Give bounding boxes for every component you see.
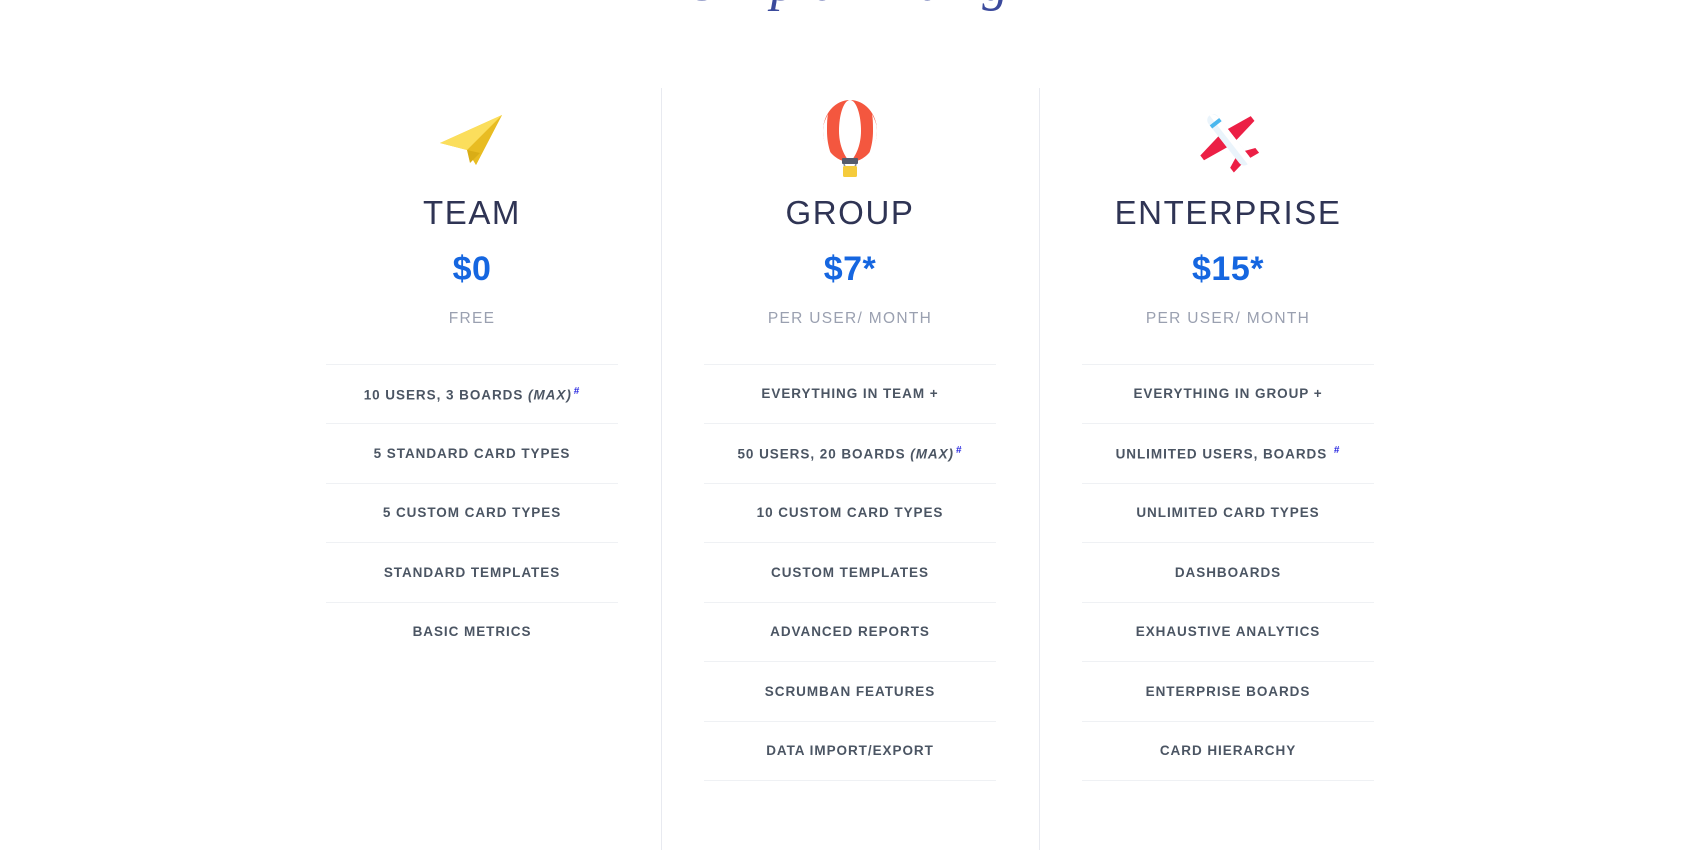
airplane-icon (1188, 96, 1268, 182)
feature-list-enterprise: EVERYTHING IN GROUP + UNLIMITED USERS, BO… (1082, 363, 1374, 840)
feature-row: UNLIMITED CARD TYPES (1082, 482, 1374, 543)
feature-label: SCRUMBAN FEATURES (764, 683, 936, 699)
feature-row: 10 CUSTOM CARD TYPES (704, 482, 996, 543)
feature-label: EVERYTHING IN GROUP + (1133, 386, 1323, 402)
feature-row: DASHBOARDS (1082, 542, 1374, 602)
hot-air-balloon-icon (814, 96, 886, 182)
feature-row: CUSTOM TEMPLATES (704, 542, 996, 602)
pricing-plans-container: TEAM $0 FREE 10 USERS, 3 BOARDS (MAX) # 5 … (0, 0, 1700, 850)
plan-card-group: GROUP $7* PER USER/ MONTH EVERYTHING IN … (661, 0, 1039, 850)
plan-period: PER USER/ MONTH (767, 310, 933, 327)
feature-row: UNLIMITED USERS, BOARDS # (1082, 423, 1374, 483)
plan-name: TEAM (422, 194, 522, 231)
feature-label: ENTERPRISE BOARDS (1145, 683, 1311, 699)
feature-row: SCRUMBAN FEATURES (704, 661, 996, 721)
feature-list-team: 10 USERS, 3 BOARDS (MAX) # 5 STANDARD CARD… (326, 363, 618, 662)
plan-price: $7* (823, 250, 877, 288)
feature-label: EXHAUSTIVE ANALYTICS (1135, 624, 1321, 640)
feature-list-group: EVERYTHING IN TEAM + 50 USERS, 20 BOARDS … (704, 363, 996, 840)
feature-label: CUSTOM TEMPLATES (771, 564, 929, 580)
feature-row: 5 STANDARD CARD TYPES (326, 423, 618, 483)
feature-row: 50 USERS, 20 BOARDS (MAX) # (704, 423, 996, 483)
feature-label: UNLIMITED CARD TYPES (1136, 505, 1320, 521)
feature-label: BASIC METRICS (412, 624, 532, 640)
feature-row (1082, 780, 1374, 840)
plan-card-enterprise: ENTERPRISE $15* PER USER/ MONTH EVERYTHI… (1039, 0, 1417, 850)
pricing-page: Simple Pricing TEAM $0 FREE 10 USERS, 3 … (0, 0, 1700, 850)
feature-label: 50 USERS, 20 BOARDS (MAX) # (737, 445, 963, 462)
feature-label: DATA IMPORT/EXPORT (766, 743, 934, 759)
plan-period: FREE (448, 310, 496, 327)
feature-max-note: (MAX) (910, 446, 955, 462)
feature-row (704, 780, 996, 840)
feature-row: STANDARD TEMPLATES (326, 542, 618, 602)
feature-label: UNLIMITED USERS, BOARDS # (1115, 445, 1341, 462)
feature-row: 10 USERS, 3 BOARDS (MAX) # (326, 363, 618, 424)
feature-row: EXHAUSTIVE ANALYTICS (1082, 601, 1374, 662)
feature-max-note: (MAX) (528, 387, 572, 402)
feature-label: STANDARD TEMPLATES (383, 564, 561, 580)
feature-row: 5 CUSTOM CARD TYPES (326, 482, 618, 543)
feature-label: 5 STANDARD CARD TYPES (373, 445, 571, 461)
footnote-marker-icon[interactable]: # (1334, 445, 1341, 456)
feature-label: CARD HIERARCHY (1159, 743, 1297, 759)
footnote-marker-icon[interactable]: # (956, 445, 963, 456)
feature-row: EVERYTHING IN TEAM + (704, 363, 996, 424)
plan-price: $0 (452, 250, 492, 288)
plan-period: PER USER/ MONTH (1145, 310, 1311, 327)
feature-row: CARD HIERARCHY (1082, 720, 1374, 781)
feature-label: 10 CUSTOM CARD TYPES (756, 505, 944, 521)
paper-plane-icon (436, 96, 508, 182)
feature-row: EVERYTHING IN GROUP + (1082, 363, 1374, 424)
feature-label: 10 USERS, 3 BOARDS (MAX) # (363, 385, 581, 403)
feature-row: BASIC METRICS (326, 601, 618, 662)
feature-row: ENTERPRISE BOARDS (1082, 661, 1374, 721)
feature-label: DASHBOARDS (1174, 564, 1282, 580)
feature-row: DATA IMPORT/EXPORT (704, 720, 996, 781)
plan-price: $15* (1192, 250, 1264, 288)
plan-name: GROUP (785, 194, 915, 231)
plan-name: ENTERPRISE (1114, 194, 1342, 231)
feature-label: EVERYTHING IN TEAM + (761, 386, 939, 402)
feature-label: 5 CUSTOM CARD TYPES (382, 505, 562, 521)
plan-card-team: TEAM $0 FREE 10 USERS, 3 BOARDS (MAX) # 5 … (283, 0, 661, 661)
footnote-marker-icon[interactable]: # (574, 386, 581, 397)
feature-label: ADVANCED REPORTS (770, 624, 930, 640)
feature-row: ADVANCED REPORTS (704, 601, 996, 662)
